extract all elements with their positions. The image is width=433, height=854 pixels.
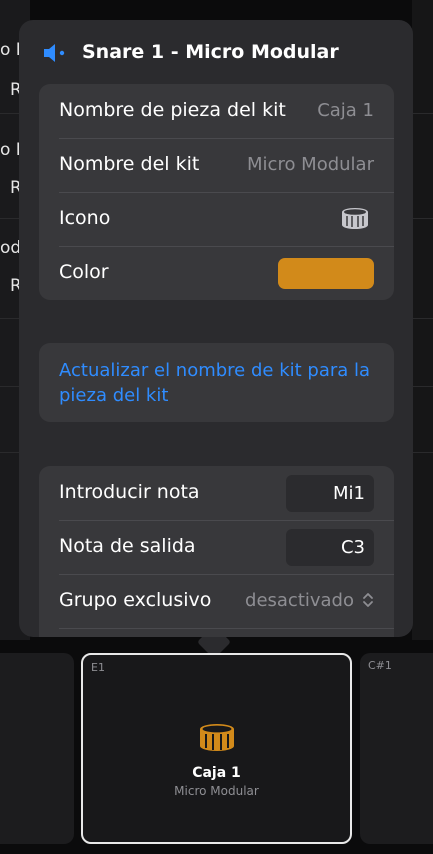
kit-name-value[interactable]: Micro Modular xyxy=(247,154,374,175)
kit-name-label: Nombre del kit xyxy=(59,153,200,175)
pad-name: Caja 1 xyxy=(192,765,241,781)
update-kit-name-group: Actualizar el nombre de kit para la piez… xyxy=(39,343,394,422)
kit-name-row[interactable]: Nombre del kit Micro Modular xyxy=(39,138,394,192)
exclusive-group-row[interactable]: Grupo exclusivo desactivado xyxy=(39,574,394,628)
output-note-value: C3 xyxy=(340,537,365,558)
pad-note-label: C#1 xyxy=(368,659,392,672)
speaker-icon[interactable] xyxy=(42,42,68,64)
output-note-field[interactable]: C3 xyxy=(286,529,374,566)
drum-pad[interactable]: C#1 xyxy=(360,653,433,844)
input-note-value: Mi1 xyxy=(333,483,365,504)
output-note-label: Nota de salida xyxy=(59,535,196,557)
output-note-row[interactable]: Nota de salida C3 xyxy=(39,520,394,574)
drum-pad[interactable] xyxy=(0,653,74,844)
exclusive-group-value[interactable]: desactivado xyxy=(245,590,354,611)
exclusive-group-label: Grupo exclusivo xyxy=(59,589,212,611)
snare-drum-icon[interactable] xyxy=(340,206,370,232)
background-right-column xyxy=(412,0,433,640)
color-label: Color xyxy=(59,261,109,283)
piece-name-label: Nombre de pieza del kit xyxy=(59,99,286,121)
color-swatch[interactable] xyxy=(278,258,374,289)
snare-drum-icon xyxy=(200,724,234,751)
chevron-up-down-icon[interactable] xyxy=(362,592,374,608)
input-note-row[interactable]: Introducir nota Mi1 xyxy=(39,466,394,520)
icon-row[interactable]: Icono xyxy=(39,192,394,246)
row-separator xyxy=(59,628,394,629)
drum-pad-selected[interactable]: E1 Caja 1 Micro Modular xyxy=(81,653,352,844)
kit-piece-details-group: Nombre de pieza del kit Caja 1 Nombre de… xyxy=(39,84,394,300)
pad-kit-name: Micro Modular xyxy=(174,784,259,798)
notes-group: Introducir nota Mi1 Nota de salida C3 Gr… xyxy=(39,466,394,637)
input-note-field[interactable]: Mi1 xyxy=(286,475,374,512)
pad-note-label: E1 xyxy=(91,661,105,674)
icon-label: Icono xyxy=(59,207,111,229)
popover-title: Snare 1 - Micro Modular xyxy=(82,41,339,63)
color-row[interactable]: Color xyxy=(39,246,394,300)
update-kit-name-link[interactable]: Actualizar el nombre de kit para la piez… xyxy=(59,358,379,408)
piece-name-row[interactable]: Nombre de pieza del kit Caja 1 xyxy=(39,84,394,138)
input-note-label: Introducir nota xyxy=(59,481,200,503)
piece-name-value[interactable]: Caja 1 xyxy=(317,100,374,121)
